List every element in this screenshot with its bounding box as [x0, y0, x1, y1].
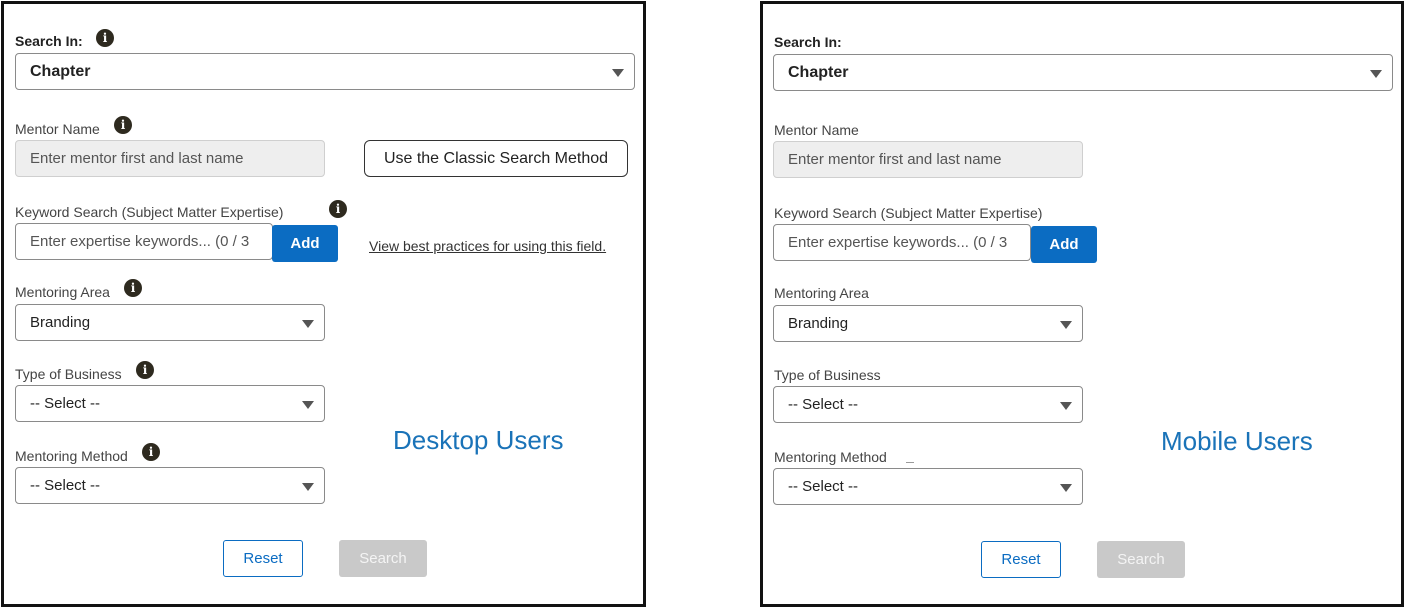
- mentor-name-input[interactable]: Enter mentor first and last name: [15, 140, 325, 177]
- desktop-panel: Search In: i Chapter Mentor Name i Enter…: [1, 1, 646, 607]
- search-in-label: Search In:: [774, 34, 842, 50]
- add-keyword-button[interactable]: Add: [272, 225, 338, 262]
- search-button[interactable]: Search: [1097, 541, 1185, 578]
- type-of-business-value: -- Select --: [30, 395, 101, 412]
- desktop-users-caption: Desktop Users: [393, 425, 564, 455]
- chevron-down-icon: [1060, 484, 1072, 492]
- mobile-panel: Search In: Chapter Mentor Name Enter men…: [760, 1, 1404, 607]
- mentoring-area-label: Mentoring Area: [15, 284, 110, 300]
- search-in-value: Chapter: [788, 64, 849, 81]
- chevron-down-icon: [302, 320, 314, 328]
- info-icon[interactable]: i: [124, 279, 142, 297]
- chevron-down-icon: [302, 401, 314, 409]
- search-in-label: Search In:: [15, 33, 83, 49]
- type-of-business-label: Type of Business: [15, 366, 122, 382]
- mentoring-area-value: Branding: [30, 314, 91, 331]
- type-of-business-value: -- Select --: [788, 396, 859, 413]
- mentoring-area-select[interactable]: Branding: [773, 305, 1083, 342]
- keyword-input[interactable]: Enter expertise keywords... (0 / 3: [15, 223, 273, 260]
- type-of-business-select[interactable]: -- Select --: [15, 385, 325, 422]
- mentoring-area-value: Branding: [788, 315, 849, 332]
- keyword-input[interactable]: Enter expertise keywords... (0 / 3: [773, 224, 1031, 261]
- keyword-search-label: Keyword Search (Subject Matter Expertise…: [774, 205, 1043, 221]
- classic-search-button[interactable]: Use the Classic Search Method: [364, 140, 628, 177]
- mentoring-area-select[interactable]: Branding: [15, 304, 325, 341]
- reset-button[interactable]: Reset: [223, 540, 303, 577]
- info-icon[interactable]: i: [329, 200, 347, 218]
- info-icon[interactable]: i: [136, 361, 154, 379]
- mentor-name-input[interactable]: Enter mentor first and last name: [773, 141, 1083, 178]
- info-icon[interactable]: i: [142, 443, 160, 461]
- divider: [906, 462, 914, 463]
- best-practices-link[interactable]: View best practices for using this field…: [369, 238, 606, 254]
- mentoring-method-label: Mentoring Method: [774, 449, 887, 465]
- mentoring-method-value: -- Select --: [788, 478, 859, 495]
- mentor-name-label: Mentor Name: [774, 122, 859, 138]
- mentoring-method-select[interactable]: -- Select --: [15, 467, 325, 504]
- mobile-users-caption: Mobile Users: [1161, 426, 1313, 456]
- add-keyword-button[interactable]: Add: [1031, 226, 1097, 263]
- chevron-down-icon: [1370, 70, 1382, 78]
- search-in-select[interactable]: Chapter: [773, 54, 1393, 91]
- chevron-down-icon: [302, 483, 314, 491]
- search-in-select[interactable]: Chapter: [15, 53, 635, 90]
- keyword-search-label: Keyword Search (Subject Matter Expertise…: [15, 204, 284, 220]
- mentor-name-label: Mentor Name: [15, 121, 100, 137]
- mentoring-method-label: Mentoring Method: [15, 448, 128, 464]
- info-icon[interactable]: i: [96, 29, 114, 47]
- chevron-down-icon: [612, 69, 624, 77]
- type-of-business-select[interactable]: -- Select --: [773, 386, 1083, 423]
- info-icon[interactable]: i: [114, 116, 132, 134]
- mentoring-area-label: Mentoring Area: [774, 285, 869, 301]
- type-of-business-label: Type of Business: [774, 367, 881, 383]
- reset-button[interactable]: Reset: [981, 541, 1061, 578]
- search-in-value: Chapter: [30, 63, 91, 80]
- mentoring-method-value: -- Select --: [30, 477, 101, 494]
- chevron-down-icon: [1060, 321, 1072, 329]
- mentoring-method-select[interactable]: -- Select --: [773, 468, 1083, 505]
- search-button[interactable]: Search: [339, 540, 427, 577]
- chevron-down-icon: [1060, 402, 1072, 410]
